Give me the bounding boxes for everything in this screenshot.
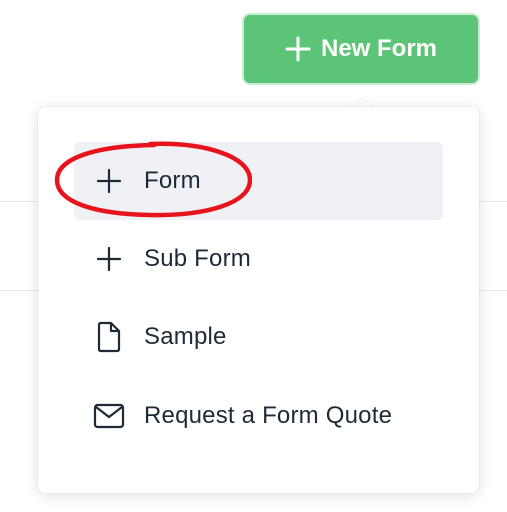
menu-item-request-quote[interactable]: Request a Form Quote <box>74 377 443 455</box>
new-form-button-label: New Form <box>320 35 437 62</box>
menu-item-label: Request a Form Quote <box>144 402 393 429</box>
menu-item-sample[interactable]: Sample <box>74 298 443 376</box>
menu-item-sub-form[interactable]: Sub Form <box>74 220 443 298</box>
document-icon <box>93 321 125 353</box>
menu-item-label: Sub Form <box>144 245 251 272</box>
menu-item-label: Sample <box>144 323 227 350</box>
plus-icon <box>93 243 125 275</box>
plus-icon <box>93 165 125 197</box>
menu-item-label: Form <box>144 167 201 194</box>
new-form-button[interactable]: New Form <box>242 13 480 85</box>
plus-icon <box>285 36 311 62</box>
new-form-dropdown-menu: Form Sub Form Sample Request a Form Quot… <box>38 107 479 493</box>
menu-item-form[interactable]: Form <box>74 142 443 220</box>
mail-icon <box>93 400 125 432</box>
